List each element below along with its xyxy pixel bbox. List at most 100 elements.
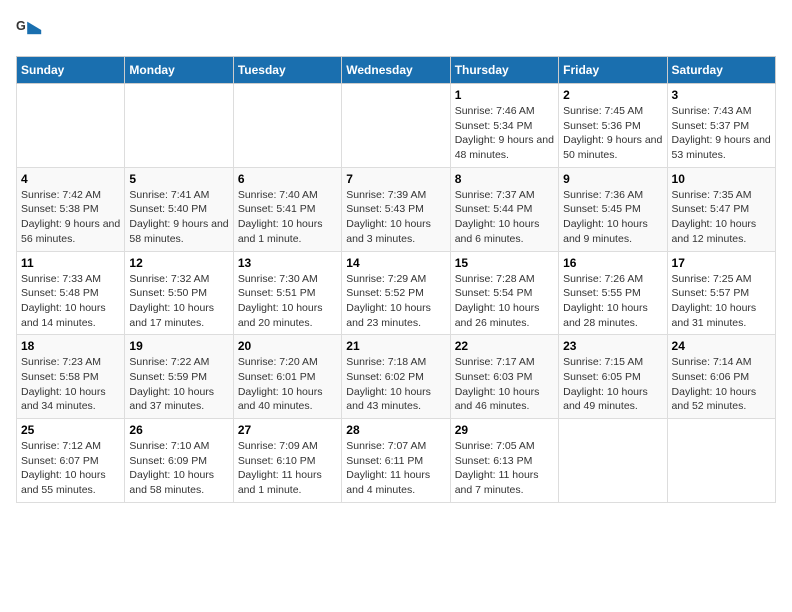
day-cell: 22Sunrise: 7:17 AM Sunset: 6:03 PM Dayli… <box>450 335 558 419</box>
day-cell: 12 Sunrise: 7:32 AM Sunset: 5:50 PM Dayli… <box>125 251 233 335</box>
day-number: 25 <box>21 423 120 437</box>
day-info: Sunrise: 7:32 AM Sunset: 5:50 PM Dayligh… <box>129 272 228 331</box>
col-header-wednesday: Wednesday <box>342 57 450 84</box>
day-info: Sunrise: 7:05 AM Sunset: 6:13 PM Dayligh… <box>455 439 554 498</box>
day-number: 14 <box>346 256 445 270</box>
day-number: 13 <box>238 256 337 270</box>
day-info: Sunrise: 7:35 AM Sunset: 5:47 PM Dayligh… <box>672 188 771 247</box>
day-number: 5 <box>129 172 228 186</box>
day-cell: 21 Sunrise: 7:18 AM Sunset: 6:02 PM Dayli… <box>342 335 450 419</box>
day-cell: 17Sunrise: 7:25 AM Sunset: 5:57 PM Dayli… <box>667 251 775 335</box>
day-number: 15 <box>455 256 554 270</box>
day-info: Sunrise: 7:43 AM Sunset: 5:37 PM Dayligh… <box>672 104 771 163</box>
day-number: 3 <box>672 88 771 102</box>
day-number: 4 <box>21 172 120 186</box>
day-number: 1 <box>455 88 554 102</box>
day-cell: 27 Sunrise: 7:09 AM Sunset: 6:10 PM Dayli… <box>233 419 341 503</box>
day-number: 28 <box>346 423 445 437</box>
day-info: Sunrise: 7:42 AM Sunset: 5:38 PM Dayligh… <box>21 188 120 247</box>
day-number: 20 <box>238 339 337 353</box>
day-cell: 8 Sunrise: 7:37 AM Sunset: 5:44 PM Daylig… <box>450 167 558 251</box>
day-cell <box>342 84 450 168</box>
day-cell: 2 Sunrise: 7:45 AM Sunset: 5:36 PM Daylig… <box>559 84 667 168</box>
day-number: 19 <box>129 339 228 353</box>
day-number: 24 <box>672 339 771 353</box>
day-number: 26 <box>129 423 228 437</box>
day-number: 2 <box>563 88 662 102</box>
day-number: 18 <box>21 339 120 353</box>
day-cell: 9 Sunrise: 7:36 AM Sunset: 5:45 PM Daylig… <box>559 167 667 251</box>
day-info: Sunrise: 7:45 AM Sunset: 5:36 PM Dayligh… <box>563 104 662 163</box>
day-number: 29 <box>455 423 554 437</box>
day-info: Sunrise: 7:18 AM Sunset: 6:02 PM Dayligh… <box>346 355 445 414</box>
day-number: 7 <box>346 172 445 186</box>
day-cell: 23 Sunrise: 7:15 AM Sunset: 6:05 PM Dayli… <box>559 335 667 419</box>
day-cell: 24 Sunrise: 7:14 AM Sunset: 6:06 PM Dayli… <box>667 335 775 419</box>
day-info: Sunrise: 7:22 AM Sunset: 5:59 PM Dayligh… <box>129 355 228 414</box>
day-cell: 11Sunrise: 7:33 AM Sunset: 5:48 PM Dayli… <box>17 251 125 335</box>
day-cell: 25Sunrise: 7:12 AM Sunset: 6:07 PM Dayli… <box>17 419 125 503</box>
day-number: 8 <box>455 172 554 186</box>
day-cell <box>125 84 233 168</box>
col-header-monday: Monday <box>125 57 233 84</box>
col-header-friday: Friday <box>559 57 667 84</box>
day-info: Sunrise: 7:29 AM Sunset: 5:52 PM Dayligh… <box>346 272 445 331</box>
day-info: Sunrise: 7:46 AM Sunset: 5:34 PM Dayligh… <box>455 104 554 163</box>
calendar-table: SundayMondayTuesdayWednesdayThursdayFrid… <box>16 56 776 503</box>
day-info: Sunrise: 7:09 AM Sunset: 6:10 PM Dayligh… <box>238 439 337 498</box>
day-cell: 19 Sunrise: 7:22 AM Sunset: 5:59 PM Dayli… <box>125 335 233 419</box>
day-info: Sunrise: 7:26 AM Sunset: 5:55 PM Dayligh… <box>563 272 662 331</box>
calendar-header: SundayMondayTuesdayWednesdayThursdayFrid… <box>17 57 776 84</box>
day-number: 9 <box>563 172 662 186</box>
week-row-4: 18Sunrise: 7:23 AM Sunset: 5:58 PM Dayli… <box>17 335 776 419</box>
day-cell: 4 Sunrise: 7:42 AM Sunset: 5:38 PM Daylig… <box>17 167 125 251</box>
week-row-1: 1 Sunrise: 7:46 AM Sunset: 5:34 PM Daylig… <box>17 84 776 168</box>
day-cell: 20 Sunrise: 7:20 AM Sunset: 6:01 PM Dayli… <box>233 335 341 419</box>
week-row-3: 11Sunrise: 7:33 AM Sunset: 5:48 PM Dayli… <box>17 251 776 335</box>
day-info: Sunrise: 7:37 AM Sunset: 5:44 PM Dayligh… <box>455 188 554 247</box>
day-cell <box>559 419 667 503</box>
day-info: Sunrise: 7:10 AM Sunset: 6:09 PM Dayligh… <box>129 439 228 498</box>
svg-text:G: G <box>16 19 26 33</box>
day-cell <box>17 84 125 168</box>
day-info: Sunrise: 7:36 AM Sunset: 5:45 PM Dayligh… <box>563 188 662 247</box>
day-cell: 13Sunrise: 7:30 AM Sunset: 5:51 PM Dayli… <box>233 251 341 335</box>
day-info: Sunrise: 7:28 AM Sunset: 5:54 PM Dayligh… <box>455 272 554 331</box>
day-cell: 26 Sunrise: 7:10 AM Sunset: 6:09 PM Dayli… <box>125 419 233 503</box>
day-number: 17 <box>672 256 771 270</box>
calendar-body: 1 Sunrise: 7:46 AM Sunset: 5:34 PM Daylig… <box>17 84 776 503</box>
day-cell: 15 Sunrise: 7:28 AM Sunset: 5:54 PM Dayli… <box>450 251 558 335</box>
logo: G <box>16 16 48 44</box>
day-number: 11 <box>21 256 120 270</box>
day-cell <box>667 419 775 503</box>
day-info: Sunrise: 7:20 AM Sunset: 6:01 PM Dayligh… <box>238 355 337 414</box>
day-info: Sunrise: 7:15 AM Sunset: 6:05 PM Dayligh… <box>563 355 662 414</box>
page-header: G <box>16 16 776 44</box>
day-info: Sunrise: 7:07 AM Sunset: 6:11 PM Dayligh… <box>346 439 445 498</box>
day-cell: 10 Sunrise: 7:35 AM Sunset: 5:47 PM Dayli… <box>667 167 775 251</box>
col-header-sunday: Sunday <box>17 57 125 84</box>
day-cell: 1 Sunrise: 7:46 AM Sunset: 5:34 PM Daylig… <box>450 84 558 168</box>
col-header-saturday: Saturday <box>667 57 775 84</box>
day-cell: 7 Sunrise: 7:39 AM Sunset: 5:43 PM Daylig… <box>342 167 450 251</box>
day-number: 23 <box>563 339 662 353</box>
day-info: Sunrise: 7:39 AM Sunset: 5:43 PM Dayligh… <box>346 188 445 247</box>
day-info: Sunrise: 7:14 AM Sunset: 6:06 PM Dayligh… <box>672 355 771 414</box>
day-info: Sunrise: 7:17 AM Sunset: 6:03 PM Dayligh… <box>455 355 554 414</box>
day-info: Sunrise: 7:41 AM Sunset: 5:40 PM Dayligh… <box>129 188 228 247</box>
day-info: Sunrise: 7:40 AM Sunset: 5:41 PM Dayligh… <box>238 188 337 247</box>
header-row: SundayMondayTuesdayWednesdayThursdayFrid… <box>17 57 776 84</box>
day-cell: 18Sunrise: 7:23 AM Sunset: 5:58 PM Dayli… <box>17 335 125 419</box>
day-cell: 3 Sunrise: 7:43 AM Sunset: 5:37 PM Daylig… <box>667 84 775 168</box>
day-number: 16 <box>563 256 662 270</box>
day-cell: 6Sunrise: 7:40 AM Sunset: 5:41 PM Daylig… <box>233 167 341 251</box>
day-cell: 16 Sunrise: 7:26 AM Sunset: 5:55 PM Dayli… <box>559 251 667 335</box>
day-number: 10 <box>672 172 771 186</box>
day-number: 27 <box>238 423 337 437</box>
day-number: 12 <box>129 256 228 270</box>
day-number: 21 <box>346 339 445 353</box>
day-cell: 28 Sunrise: 7:07 AM Sunset: 6:11 PM Dayli… <box>342 419 450 503</box>
day-cell <box>233 84 341 168</box>
week-row-2: 4 Sunrise: 7:42 AM Sunset: 5:38 PM Daylig… <box>17 167 776 251</box>
logo-icon: G <box>16 16 44 44</box>
